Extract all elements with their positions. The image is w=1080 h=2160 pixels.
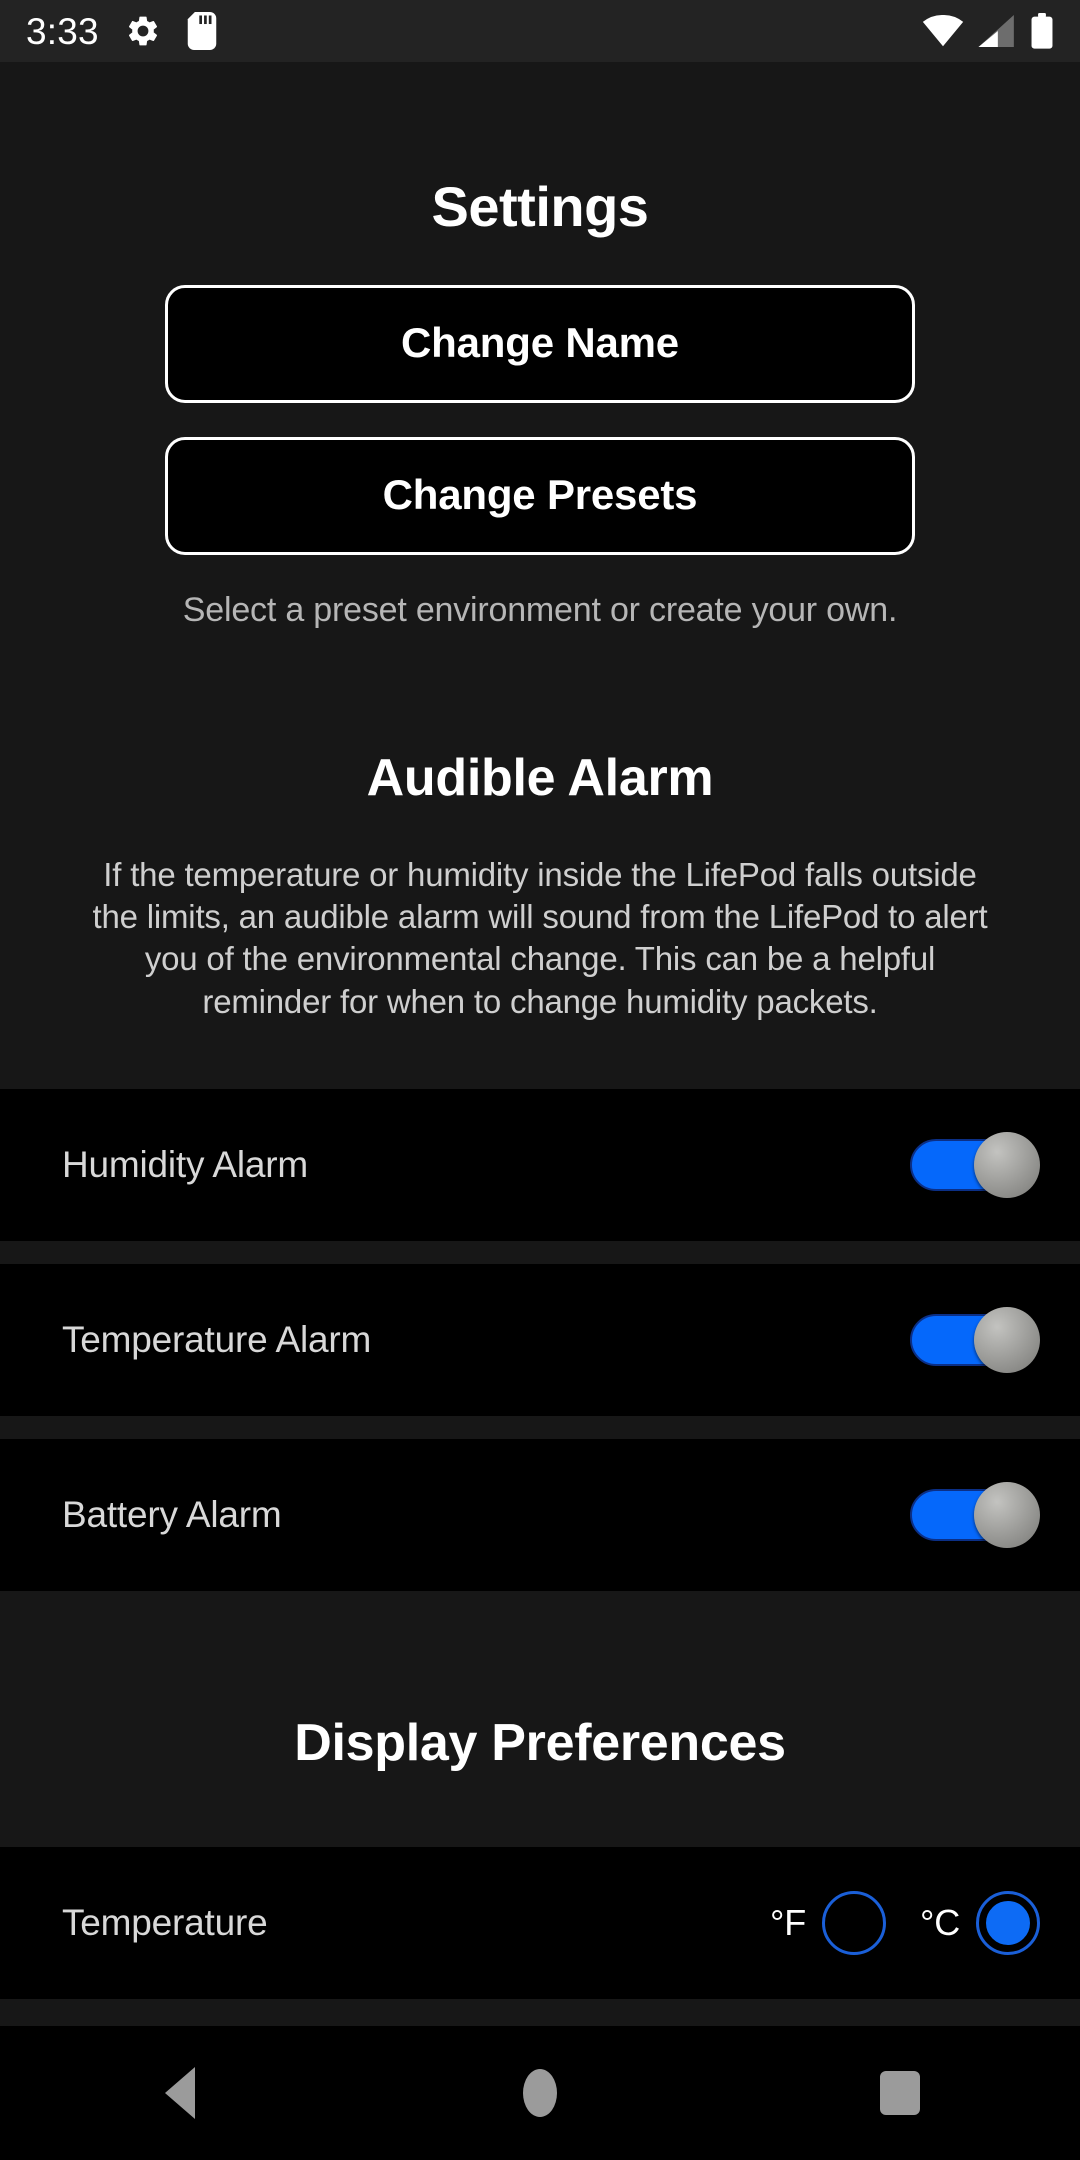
page-title: Settings [431,175,649,238]
change-presets-button[interactable]: Change Presets [165,437,915,555]
wifi-icon [922,15,964,47]
display-preferences-section-title: Display Preferences [294,1713,786,1772]
row-divider [0,1415,1080,1439]
battery-alarm-toggle[interactable] [910,1481,1040,1548]
settings-scroll-content[interactable]: Settings Change Name Change Presets Sele… [0,62,1080,2026]
setting-row-temperature-unit[interactable]: Temperature °F °C [0,1846,1080,1999]
radio-label-fahrenheit: °F [770,1901,806,1943]
change-name-button[interactable]: Change Name [165,285,915,403]
back-button[interactable] [90,2026,270,2160]
alarm-rows-group: Humidity Alarm Temperature Alarm Battery [0,1088,1080,1591]
row-label: Humidity Alarm [62,1143,308,1185]
status-bar-clock: 3:33 [26,10,99,52]
display-rows-group: Temperature °F °C [0,1846,1080,1999]
toggle-thumb [974,1306,1040,1373]
radio-label-celsius: °C [920,1901,960,1943]
radio-fahrenheit[interactable] [822,1890,886,1955]
status-bar-left: 3:33 [26,12,217,50]
row-label: Battery Alarm [62,1493,282,1535]
cellular-signal-icon [978,15,1016,47]
status-bar-right [922,13,1054,49]
radio-celsius[interactable] [976,1890,1040,1955]
phone-screen: 3:33 Settings Change Name Change Presets… [0,0,1080,2160]
audible-alarm-section-title: Audible Alarm [366,749,714,807]
android-navigation-bar [0,2026,1080,2160]
recents-button[interactable] [810,2026,990,2160]
audible-alarm-description: If the temperature or humidity inside th… [92,856,988,1020]
presets-helper-text: Select a preset environment or create yo… [182,591,898,629]
temperature-alarm-toggle[interactable] [910,1306,1040,1373]
setting-row-temperature-alarm[interactable]: Temperature Alarm [0,1263,1080,1416]
row-divider [0,1240,1080,1264]
home-button[interactable] [450,2026,630,2160]
temperature-unit-radio-group: °F °C [770,1890,1040,1955]
setting-row-battery-alarm[interactable]: Battery Alarm [0,1438,1080,1591]
back-triangle-icon [165,2067,195,2119]
home-circle-icon [523,2069,557,2117]
sd-card-icon [187,12,217,50]
row-label: Temperature Alarm [62,1318,372,1360]
row-label: Temperature [62,1901,268,1943]
toggle-thumb [974,1481,1040,1548]
setting-row-humidity-alarm[interactable]: Humidity Alarm [0,1088,1080,1241]
battery-icon [1030,13,1054,49]
status-bar: 3:33 [0,0,1080,62]
gear-icon [125,13,161,49]
partial-button-area [0,1998,1080,2026]
recents-square-icon [880,2071,920,2115]
humidity-alarm-toggle[interactable] [910,1131,1040,1198]
toggle-thumb [974,1131,1040,1198]
